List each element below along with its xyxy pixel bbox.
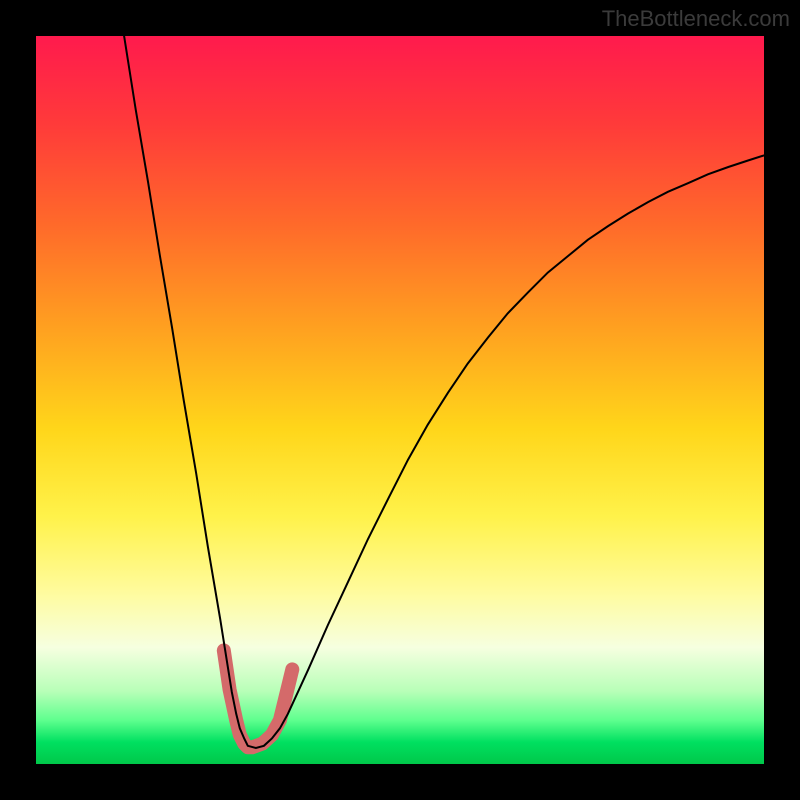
chart-frame: TheBottleneck.com [0,0,800,800]
watermark-text: TheBottleneck.com [602,6,790,32]
thin-curve [124,36,764,748]
chart-svg [36,36,764,764]
